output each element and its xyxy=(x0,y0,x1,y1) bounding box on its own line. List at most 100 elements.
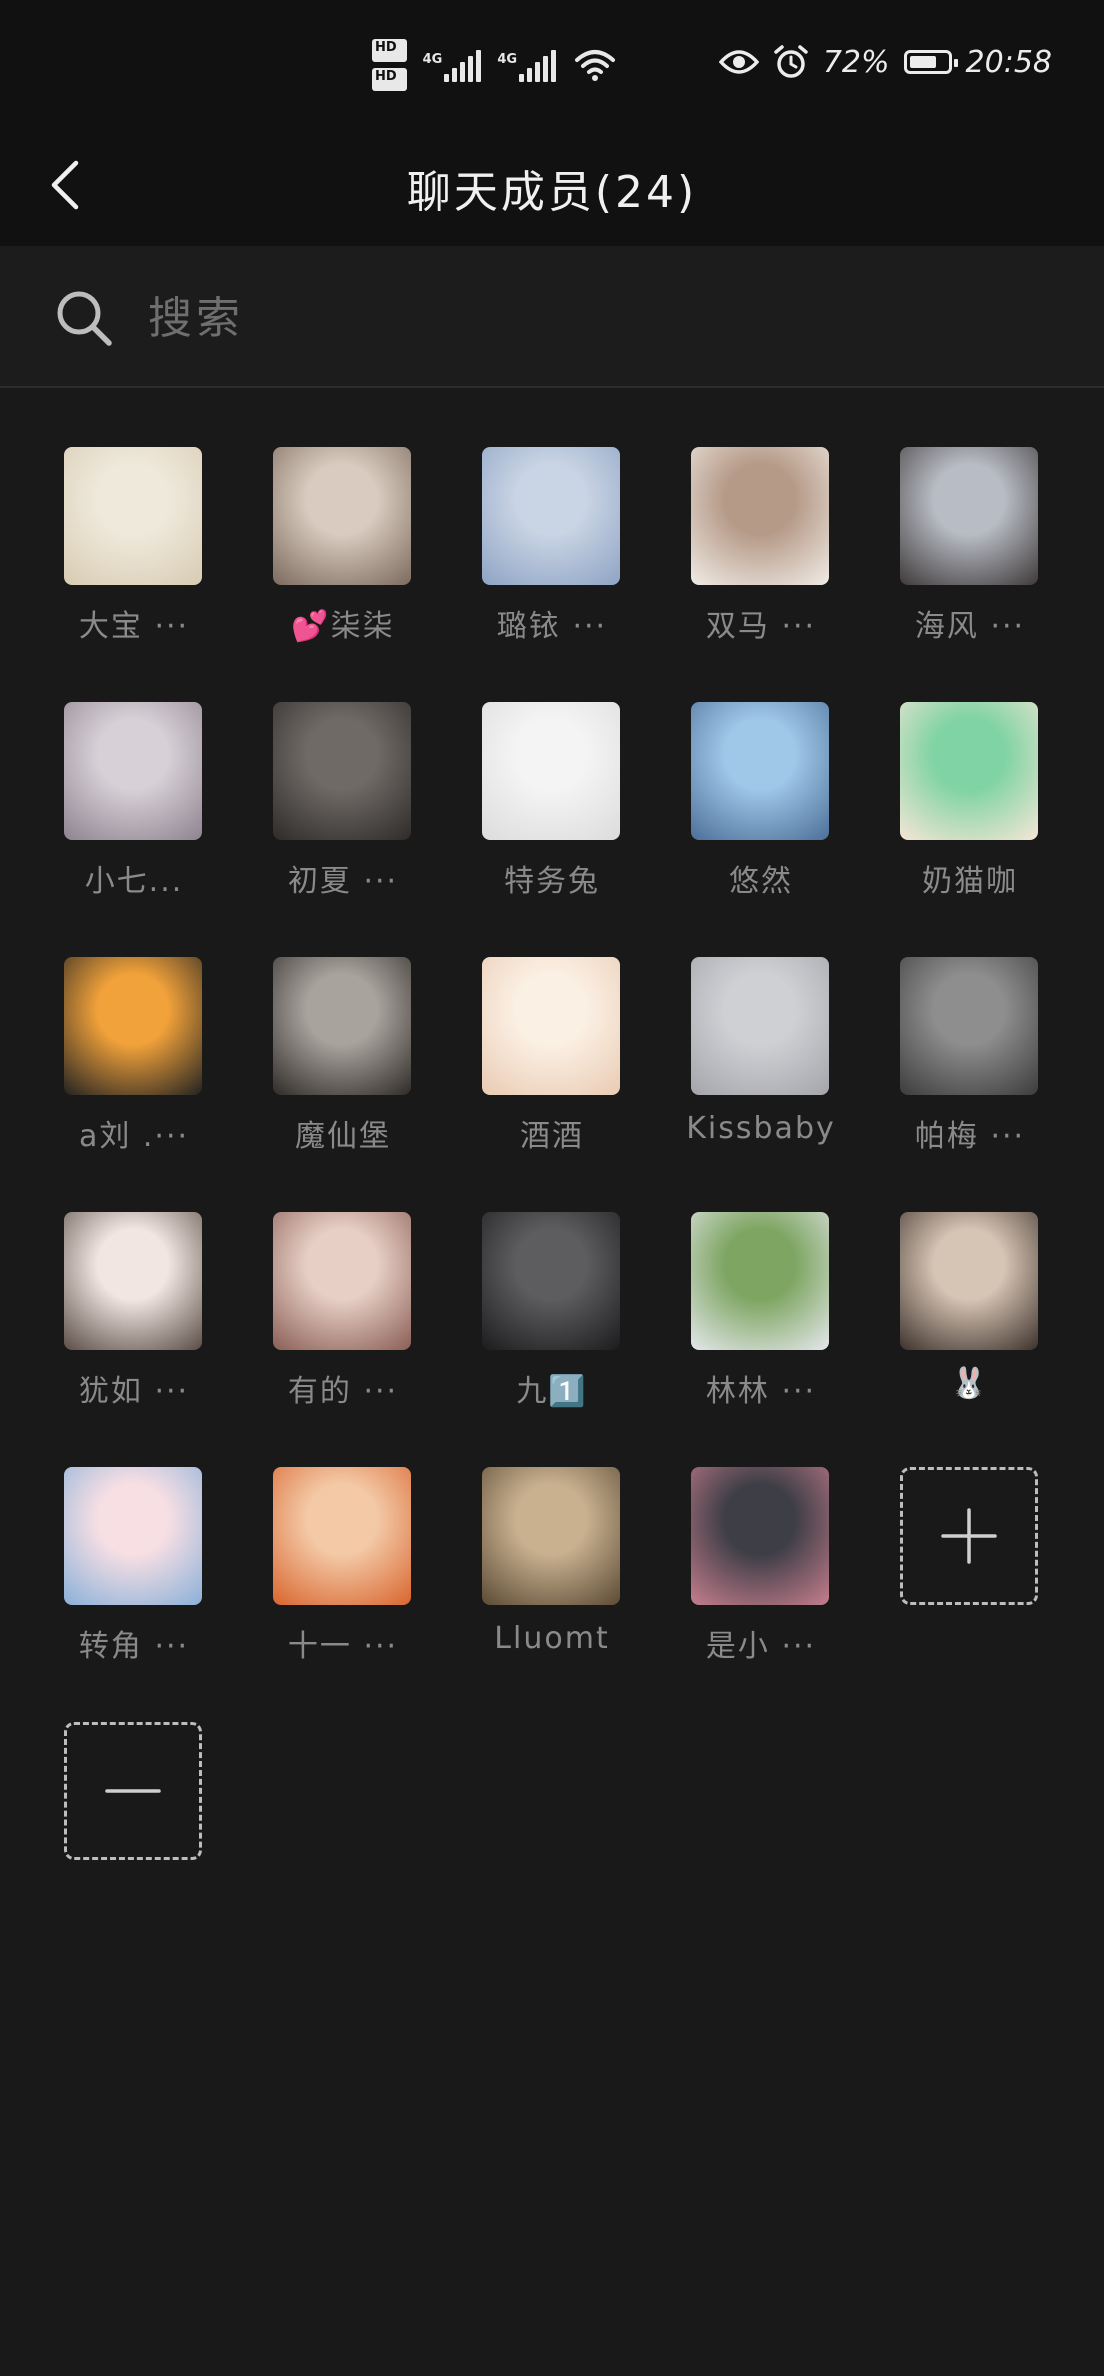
avatar xyxy=(273,1212,411,1350)
avatar xyxy=(64,702,202,840)
sim2-signal: 4G xyxy=(497,48,557,82)
member-item[interactable]: 🐰 xyxy=(900,1212,1040,1432)
hd-indicators: HD1 HD2 xyxy=(372,39,407,91)
member-name: 是小 ··· xyxy=(705,1629,817,1664)
member-item[interactable]: 魔仙堡 xyxy=(273,957,413,1177)
clock: 20:58 xyxy=(965,44,1052,80)
member-name: 奶猫咖 xyxy=(922,864,1018,899)
member-name: Kissbaby xyxy=(686,1111,836,1146)
page-title: 聊天成员(24) xyxy=(406,167,698,218)
avatar xyxy=(900,447,1038,585)
avatar xyxy=(64,447,202,585)
minus-icon xyxy=(105,1789,161,1793)
avatar xyxy=(691,702,829,840)
member-item[interactable]: 小七... xyxy=(64,702,204,922)
avatar xyxy=(900,702,1038,840)
member-name: 有的 ··· xyxy=(287,1374,399,1409)
member-name: 初夏 ··· xyxy=(287,864,399,899)
system-indicators: 72% 20:58 xyxy=(718,42,1052,82)
avatar xyxy=(691,447,829,585)
sim2-network-type: 4G xyxy=(497,52,518,67)
member-item[interactable]: 帕梅 ··· xyxy=(900,957,1040,1177)
add-member-button[interactable] xyxy=(900,1467,1038,1605)
alarm-icon xyxy=(774,45,808,78)
member-item[interactable]: 酒酒 xyxy=(482,957,622,1177)
avatar xyxy=(900,957,1038,1095)
member-name: a刘 .··· xyxy=(78,1119,190,1154)
signal-bars-icon xyxy=(444,48,482,82)
member-item[interactable]: 奶猫咖 xyxy=(900,702,1040,922)
member-name: 十一 ··· xyxy=(287,1629,399,1664)
remove-member-button[interactable] xyxy=(64,1722,202,1860)
avatar xyxy=(691,957,829,1095)
avatar xyxy=(482,957,620,1095)
battery-icon xyxy=(903,50,958,74)
member-item[interactable]: 犹如 ··· xyxy=(64,1212,204,1432)
member-name: 小七... xyxy=(84,864,184,899)
avatar xyxy=(273,957,411,1095)
signal-bars-icon xyxy=(519,48,557,82)
member-name: Lluomt xyxy=(494,1621,610,1656)
member-item[interactable]: 十一 ··· xyxy=(273,1467,413,1687)
search-bar xyxy=(0,246,1104,388)
member-name: 璐铱 ··· xyxy=(496,609,608,644)
member-item[interactable]: 转角 ··· xyxy=(64,1467,204,1687)
hd2-badge: HD2 xyxy=(372,68,407,91)
member-item[interactable]: 海风 ··· xyxy=(900,447,1040,667)
status-bar: HD1 HD2 4G 4G 72% 20:58 xyxy=(0,0,1104,130)
nav-bar: 聊天成员(24) xyxy=(0,130,1104,246)
search-input[interactable] xyxy=(146,282,1050,354)
member-name: 九1️⃣ xyxy=(516,1374,588,1409)
member-name: 双马 ··· xyxy=(705,609,817,644)
avatar xyxy=(900,1212,1038,1350)
member-item[interactable]: 璐铱 ··· xyxy=(482,447,622,667)
battery-percent: 72% xyxy=(822,44,890,80)
avatar xyxy=(64,957,202,1095)
member-name: 特务兔 xyxy=(504,864,600,899)
avatar xyxy=(273,447,411,585)
avatar xyxy=(482,1212,620,1350)
avatar xyxy=(691,1212,829,1350)
battery-fill xyxy=(909,56,936,68)
search-icon xyxy=(57,291,112,346)
avatar xyxy=(482,1467,620,1605)
avatar xyxy=(482,447,620,585)
eye-icon xyxy=(718,50,759,74)
member-item[interactable]: 悠然 xyxy=(691,702,831,922)
member-name: 酒酒 xyxy=(520,1119,584,1154)
member-name: 帕梅 ··· xyxy=(914,1119,1026,1154)
member-item[interactable]: 是小 ··· xyxy=(691,1467,831,1687)
member-name: 💕柒柒 xyxy=(291,609,395,644)
member-name: 海风 ··· xyxy=(914,609,1026,644)
avatar xyxy=(482,702,620,840)
avatar xyxy=(691,1467,829,1605)
member-item[interactable]: Lluomt xyxy=(482,1467,622,1687)
member-item[interactable]: 特务兔 xyxy=(482,702,622,922)
sim1-network-type: 4G xyxy=(422,52,443,67)
member-name: 悠然 xyxy=(729,864,793,899)
avatar xyxy=(64,1212,202,1350)
network-indicators: HD1 HD2 4G 4G xyxy=(372,30,616,100)
member-item[interactable]: 九1️⃣ xyxy=(482,1212,622,1432)
avatar xyxy=(273,702,411,840)
member-name: 转角 ··· xyxy=(78,1629,190,1664)
member-item[interactable]: 双马 ··· xyxy=(691,447,831,667)
sim1-signal: 4G xyxy=(423,48,482,82)
member-item[interactable]: 💕柒柒 xyxy=(273,447,413,667)
avatar xyxy=(273,1467,411,1605)
member-name: 🐰 xyxy=(950,1366,990,1401)
member-name: 魔仙堡 xyxy=(295,1119,391,1154)
plus-icon xyxy=(941,1508,997,1564)
member-item[interactable]: 初夏 ··· xyxy=(273,702,413,922)
member-item[interactable]: 林林 ··· xyxy=(691,1212,831,1432)
member-item[interactable]: Kissbaby xyxy=(686,957,834,1177)
avatar xyxy=(64,1467,202,1605)
member-item[interactable]: a刘 .··· xyxy=(64,957,204,1177)
wifi-icon xyxy=(575,50,616,81)
member-name: 犹如 ··· xyxy=(78,1374,190,1409)
hd1-badge: HD1 xyxy=(372,39,407,62)
member-name: 林林 ··· xyxy=(705,1374,817,1409)
member-item[interactable]: 大宝 ··· xyxy=(64,447,204,667)
member-item[interactable]: 有的 ··· xyxy=(273,1212,413,1432)
member-name: 大宝 ··· xyxy=(78,609,190,644)
